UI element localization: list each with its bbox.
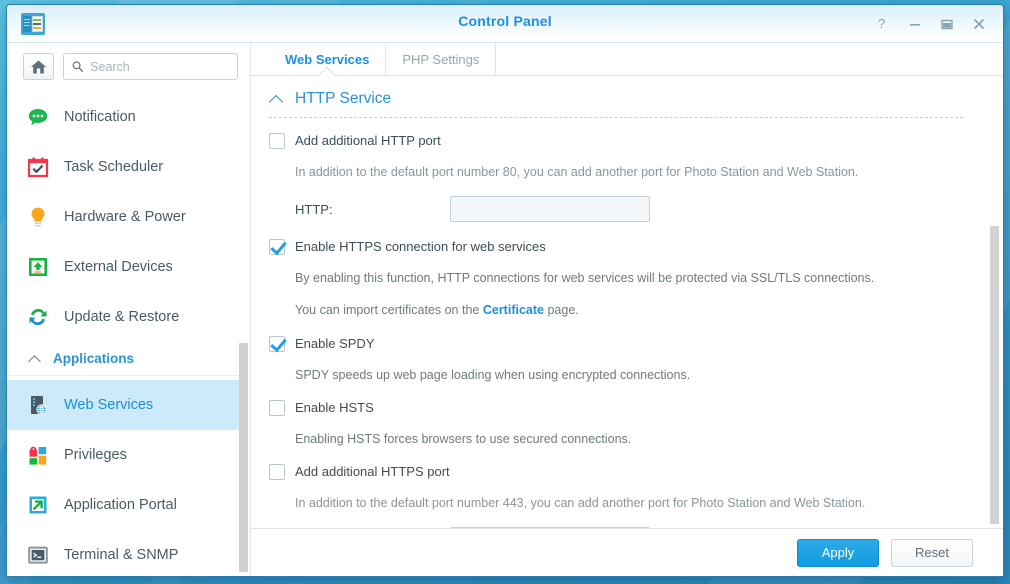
help-icon[interactable]: ? (867, 9, 899, 39)
option-label: Enable HSTS (295, 400, 374, 415)
sidebar-scrollbar-thumb[interactable] (239, 343, 248, 572)
tab-bar: Web Services PHP Settings (251, 43, 1003, 76)
sidebar-item-terminal-snmp[interactable]: Terminal & SNMP (7, 530, 242, 576)
search-input[interactable] (90, 59, 229, 74)
home-icon (30, 60, 46, 73)
chevron-up-icon (29, 355, 41, 363)
option-label: Enable SPDY (295, 336, 375, 351)
sidebar-item-label: Update & Restore (64, 309, 180, 325)
sidebar-nav: Notification Task Scheduler Hardware & P… (7, 88, 250, 576)
sidebar: Notification Task Scheduler (7, 43, 251, 576)
http-field-label: HTTP: (295, 201, 333, 217)
checkbox-enable-hsts[interactable] (269, 400, 285, 416)
certificate-note-prefix: You can import certificates on the (295, 303, 483, 317)
option-enable-https[interactable]: Enable HTTPS connection for web services (269, 238, 973, 256)
lightbulb-icon (26, 205, 50, 229)
option-label: Add additional HTTPS port (295, 464, 450, 479)
chevron-up-icon (269, 95, 283, 104)
sidebar-item-update-restore[interactable]: Update & Restore (7, 292, 242, 342)
sidebar-item-hardware-power[interactable]: Hardware & Power (7, 192, 242, 242)
apply-button[interactable]: Apply (797, 538, 879, 567)
https-port-input[interactable] (450, 527, 650, 528)
option-add-https-port[interactable]: Add additional HTTPS port (269, 463, 973, 481)
checkbox-enable-https[interactable] (269, 239, 285, 255)
sidebar-item-notification[interactable]: Notification (7, 92, 242, 142)
four-squares-icon (26, 443, 50, 467)
option-label: Enable HTTPS connection for web services (295, 239, 546, 254)
minimize-icon[interactable] (899, 9, 931, 39)
window-title: Control Panel (458, 13, 552, 29)
tab-label: Web Services (285, 51, 370, 67)
tab-php-settings[interactable]: PHP Settings (386, 43, 497, 75)
checkbox-enable-spdy[interactable] (269, 336, 285, 352)
option-label: Add additional HTTP port (295, 133, 441, 148)
reset-button[interactable]: Reset (891, 538, 973, 567)
web-services-icon (26, 393, 50, 417)
close-icon[interactable] (963, 9, 995, 39)
settings-content: HTTP Service Add additional HTTP port In… (251, 76, 1003, 528)
window-titlebar[interactable]: Control Panel ? (7, 5, 1003, 43)
certificate-link[interactable]: Certificate (483, 303, 544, 317)
sidebar-group-label: Applications (53, 351, 135, 366)
window-controls: ? (867, 5, 995, 43)
action-footer: Apply Reset (251, 528, 1003, 576)
option-enable-spdy[interactable]: Enable SPDY (269, 335, 973, 353)
sidebar-scrollbar[interactable] (239, 343, 248, 572)
sidebar-item-label: Terminal & SNMP (64, 547, 179, 563)
refresh-arrows-icon (26, 305, 50, 329)
sidebar-item-task-scheduler[interactable]: Task Scheduler (7, 142, 242, 192)
section-title: HTTP Service (295, 90, 392, 107)
eject-box-icon (26, 255, 50, 279)
sidebar-group-applications[interactable]: Applications (7, 342, 242, 376)
sidebar-search-row (7, 43, 250, 88)
checkbox-add-http-port[interactable] (269, 133, 285, 149)
speech-bubble-icon (26, 105, 50, 129)
sidebar-item-application-portal[interactable]: Application Portal (7, 480, 242, 530)
maximize-icon[interactable] (931, 9, 963, 39)
svg-text:?: ? (878, 17, 885, 31)
sidebar-item-web-services[interactable]: Web Services (7, 380, 242, 430)
certificate-note: You can import certificates on the Certi… (295, 302, 973, 319)
description-enable-spdy: SPDY speeds up web page loading when usi… (295, 368, 691, 382)
checkbox-add-https-port[interactable] (269, 464, 285, 480)
home-button[interactable] (23, 53, 54, 80)
terminal-icon (26, 543, 50, 567)
tab-web-services[interactable]: Web Services (269, 43, 387, 75)
http-service-section-header[interactable]: HTTP Service (269, 90, 963, 118)
content-scrollbar[interactable] (990, 226, 999, 524)
calendar-check-icon (26, 155, 50, 179)
search-box[interactable] (62, 53, 238, 80)
sidebar-item-privileges[interactable]: Privileges (7, 430, 242, 480)
main-panel: Web Services PHP Settings HTTP Service A… (251, 43, 1003, 576)
description-add-https-port: In addition to the default port number 4… (295, 496, 866, 510)
sidebar-item-label: Task Scheduler (64, 159, 164, 175)
sidebar-item-label: Hardware & Power (64, 209, 186, 225)
search-icon (72, 61, 83, 72)
sidebar-item-external-devices[interactable]: External Devices (7, 242, 242, 292)
option-add-http-port[interactable]: Add additional HTTP port (269, 132, 973, 150)
http-port-input[interactable] (450, 196, 650, 222)
sidebar-item-label: External Devices (64, 259, 173, 275)
certificate-note-suffix: page. (543, 303, 579, 317)
control-panel-window: Control Panel ? Search Notification Task… (6, 4, 1004, 577)
description-enable-hsts: Enabling HSTS forces browsers to use sec… (295, 432, 632, 446)
description-enable-https: By enabling this function, HTTP connecti… (295, 271, 875, 285)
arrow-out-icon (26, 493, 50, 517)
content-scrollbar-thumb[interactable] (990, 226, 999, 524)
description-add-http-port: In addition to the default port number 8… (295, 165, 859, 179)
sidebar-item-label: Notification (64, 109, 136, 125)
https-port-field-row: HTTPS: (295, 527, 973, 528)
http-port-field-row: HTTP: (295, 196, 973, 222)
sidebar-item-label: Privileges (64, 447, 127, 463)
tab-label: PHP Settings (402, 51, 480, 67)
option-enable-hsts[interactable]: Enable HSTS (269, 399, 973, 417)
sidebar-item-label: Web Services (64, 397, 154, 413)
sidebar-item-label: Application Portal (64, 497, 177, 513)
